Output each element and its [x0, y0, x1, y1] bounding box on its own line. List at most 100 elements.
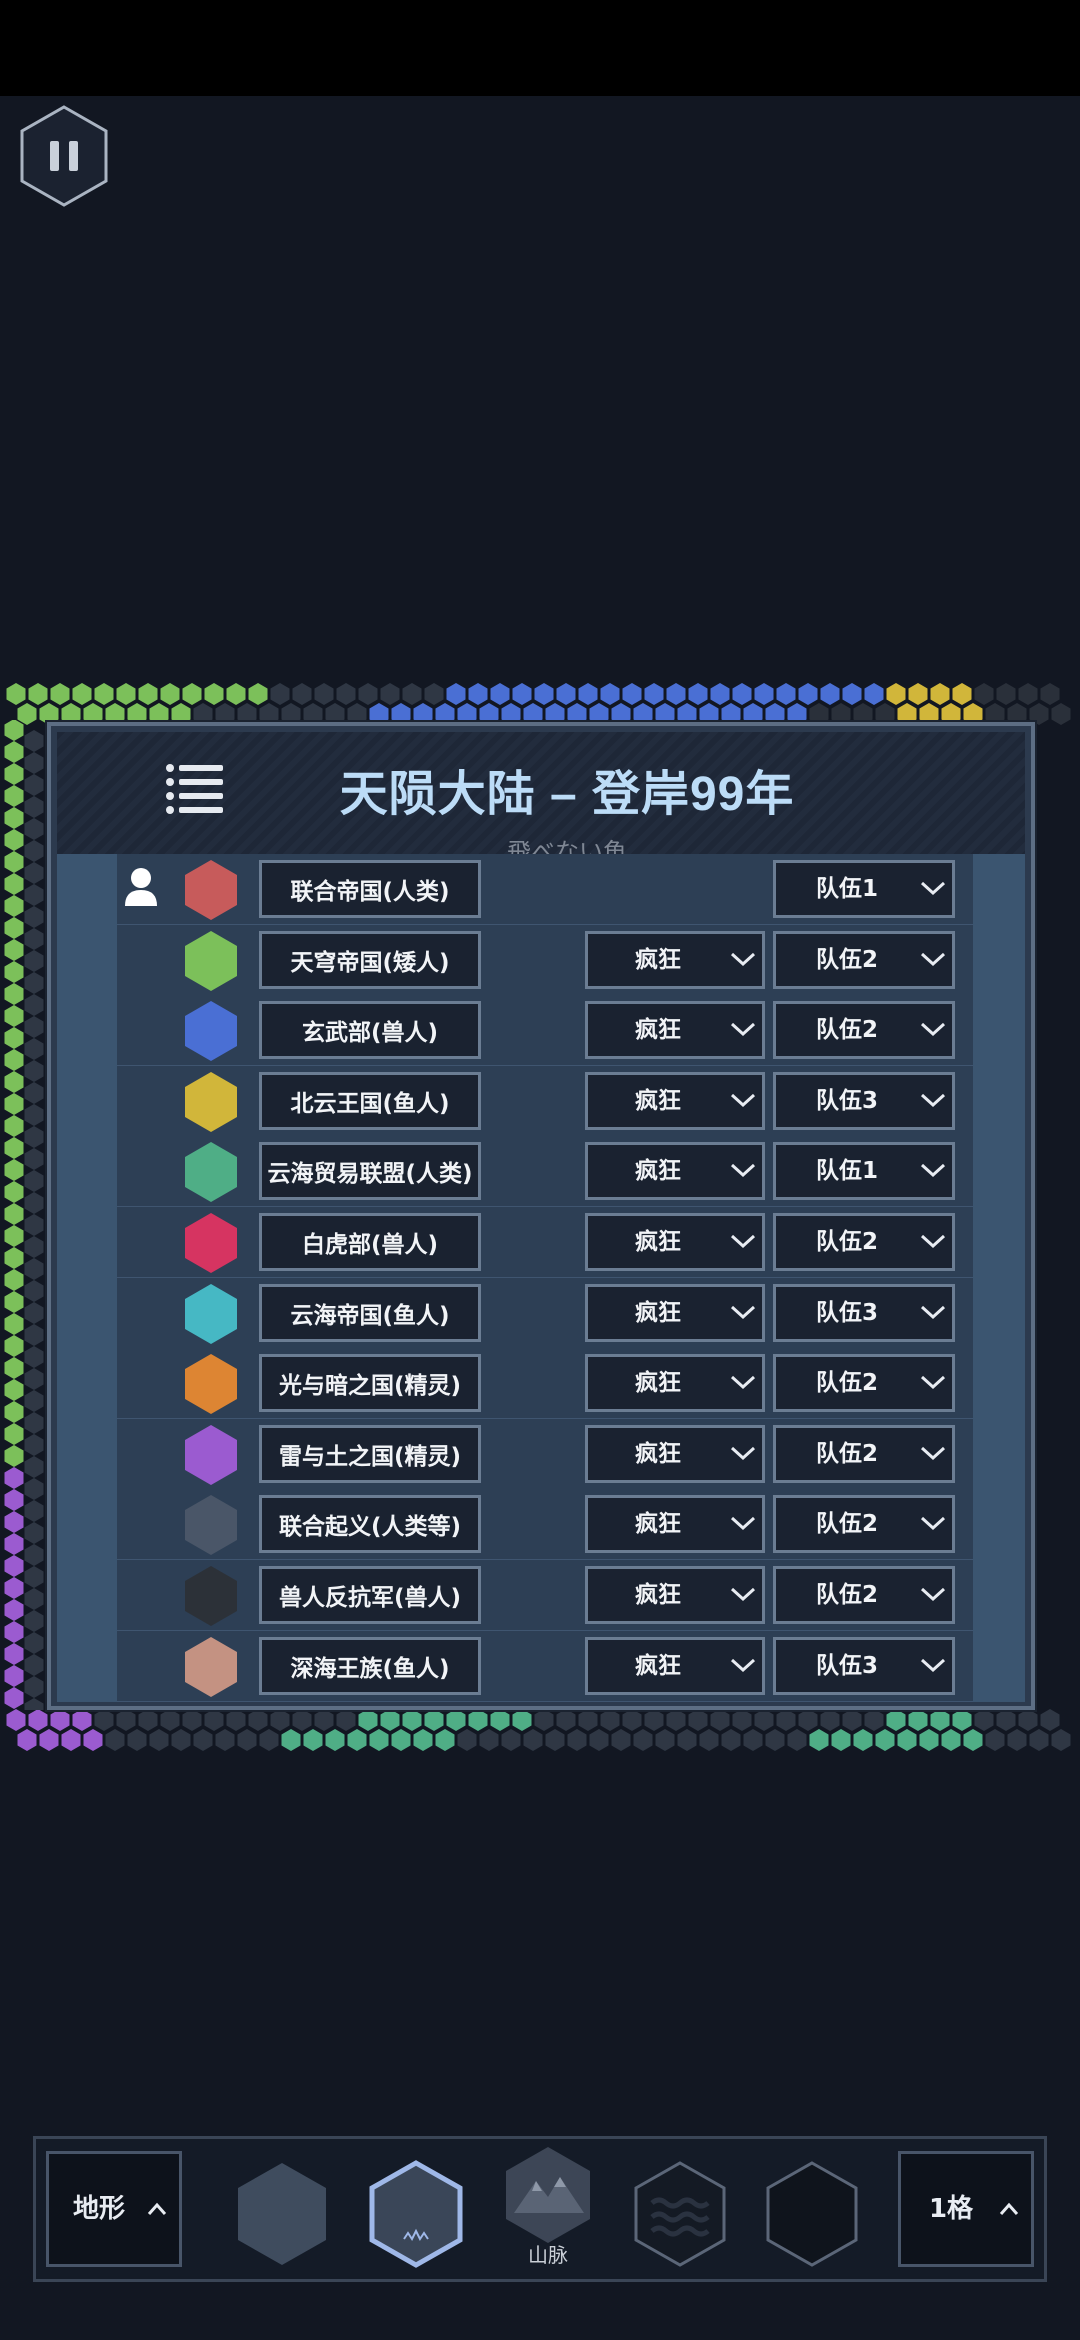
- ai-difficulty-dropdown[interactable]: 疯狂: [585, 1566, 765, 1624]
- faction-color-hex-icon[interactable]: [183, 1071, 239, 1133]
- faction-row: 兽人反抗军(兽人) 疯狂 队伍2: [117, 1560, 973, 1631]
- team-dropdown[interactable]: 队伍2: [773, 1354, 955, 1413]
- faction-color-hex-icon[interactable]: [183, 1424, 239, 1486]
- faction-color-hex-icon[interactable]: [183, 1636, 239, 1698]
- faction-panel: 天陨大陆 – 登岸99年 飛べない魚 联合帝国(人类) 队伍1 天穹帝国(矮人) 疯狂…: [47, 722, 1035, 1710]
- chevron-down-icon: [730, 1164, 756, 1178]
- faction-name-button[interactable]: 玄武部(兽人): [259, 1001, 481, 1060]
- team-dropdown[interactable]: 队伍1: [773, 860, 955, 918]
- team-dropdown[interactable]: 队伍1: [773, 1142, 955, 1201]
- chevron-down-icon: [920, 1164, 946, 1178]
- faction-name-button[interactable]: 雷与土之国(精灵): [259, 1424, 481, 1483]
- faction-row: 深海王族(鱼人) 疯狂 队伍3: [117, 1630, 973, 1702]
- chevron-down-icon: [920, 1023, 946, 1037]
- team-dropdown[interactable]: 队伍2: [773, 1566, 955, 1624]
- terrain-selector-button[interactable]: 地形: [46, 2151, 182, 2267]
- mountain-tool[interactable]: 山脉: [498, 2145, 598, 2267]
- faction-row: 光与暗之国(精灵) 疯狂 队伍2: [117, 1348, 973, 1420]
- ai-difficulty-dropdown[interactable]: 疯狂: [585, 1142, 765, 1201]
- water-hex-icon[interactable]: [630, 2159, 730, 2269]
- faction-row: 雷与土之国(精灵) 疯狂 队伍2: [117, 1418, 973, 1490]
- chevron-down-icon: [920, 1517, 946, 1531]
- brush-size-button[interactable]: 1格: [898, 2151, 1034, 2267]
- ai-difficulty-dropdown[interactable]: 疯狂: [585, 1424, 765, 1483]
- team-value: 队伍3: [815, 1652, 878, 1679]
- faction-color-hex-icon[interactable]: [183, 930, 239, 992]
- ai-difficulty-dropdown[interactable]: 疯狂: [585, 930, 765, 989]
- faction-row: 云海帝国(鱼人) 疯狂 队伍3: [117, 1277, 973, 1349]
- ai-difficulty-value: 疯狂: [635, 1652, 681, 1679]
- faction-color-hex-icon[interactable]: [183, 1565, 239, 1627]
- chevron-down-icon: [730, 1305, 756, 1319]
- team-value: 队伍2: [815, 946, 878, 973]
- faction-row: 白虎部(兽人) 疯狂 队伍2: [117, 1207, 973, 1278]
- ai-difficulty-dropdown[interactable]: 疯狂: [585, 1213, 765, 1271]
- team-value: 队伍2: [815, 1440, 878, 1467]
- faction-color-hex-icon[interactable]: [183, 1353, 239, 1415]
- chevron-down-icon: [730, 1658, 756, 1672]
- chevron-down-icon: [730, 1093, 756, 1107]
- ai-difficulty-dropdown[interactable]: 疯狂: [585, 1636, 765, 1695]
- team-dropdown[interactable]: 队伍2: [773, 930, 955, 989]
- faction-row: 北云王国(鱼人) 疯狂 队伍3: [117, 1065, 973, 1137]
- ai-difficulty-dropdown[interactable]: 疯狂: [585, 1283, 765, 1342]
- panel-title: 天陨大陆 – 登岸99年: [339, 768, 795, 821]
- ai-difficulty-value: 疯狂: [635, 1087, 681, 1114]
- team-value: 队伍3: [815, 1299, 878, 1326]
- faction-name-button[interactable]: 云海帝国(鱼人): [259, 1283, 481, 1342]
- faction-color-hex-icon[interactable]: [183, 1494, 239, 1556]
- faction-row: 联合起义(人类等) 疯狂 队伍2: [117, 1489, 973, 1561]
- faction-color-hex-icon[interactable]: [183, 1212, 239, 1274]
- chevron-down-icon: [920, 1093, 946, 1107]
- ai-difficulty-dropdown[interactable]: 疯狂: [585, 1001, 765, 1060]
- faction-name-button[interactable]: 云海贸易联盟(人类): [259, 1142, 481, 1201]
- team-dropdown[interactable]: 队伍2: [773, 1001, 955, 1060]
- ai-difficulty-dropdown[interactable]: 疯狂: [585, 1354, 765, 1413]
- team-value: 队伍2: [815, 1017, 878, 1044]
- team-value: 队伍2: [815, 1511, 878, 1538]
- faction-name-button[interactable]: 北云王国(鱼人): [259, 1071, 481, 1130]
- pause-button[interactable]: [18, 104, 110, 208]
- team-dropdown[interactable]: 队伍2: [773, 1213, 955, 1271]
- list-menu-icon[interactable]: [165, 762, 225, 818]
- ai-difficulty-dropdown[interactable]: 疯狂: [585, 1495, 765, 1554]
- chevron-down-icon: [730, 1446, 756, 1460]
- chevron-down-icon: [920, 881, 946, 896]
- selected-hex-icon[interactable]: [366, 2159, 466, 2269]
- team-dropdown[interactable]: 队伍3: [773, 1636, 955, 1695]
- chevron-up-icon: [999, 2202, 1019, 2215]
- team-dropdown[interactable]: 队伍3: [773, 1283, 955, 1342]
- team-dropdown[interactable]: 队伍2: [773, 1424, 955, 1483]
- chevron-down-icon: [730, 1234, 756, 1249]
- ai-difficulty-value: 疯狂: [635, 1582, 681, 1608]
- map-hex-strip-bottom: [6, 1709, 1071, 1751]
- faction-name-button[interactable]: 兽人反抗军(兽人): [259, 1566, 481, 1624]
- faction-color-hex-icon[interactable]: [183, 1141, 239, 1203]
- faction-color-hex-icon[interactable]: [183, 1283, 239, 1345]
- chevron-down-icon: [730, 1023, 756, 1037]
- plain-hex-icon[interactable]: [232, 2159, 332, 2269]
- faction-name-button[interactable]: 联合起义(人类等): [259, 1495, 481, 1554]
- mountain-hex-icon: [506, 2147, 590, 2243]
- faction-color-hex-icon[interactable]: [183, 859, 239, 921]
- faction-name-button[interactable]: 白虎部(兽人): [259, 1213, 481, 1271]
- team-dropdown[interactable]: 队伍2: [773, 1495, 955, 1554]
- faction-name-button[interactable]: 天穹帝国(矮人): [259, 930, 481, 989]
- faction-name-button[interactable]: 光与暗之国(精灵): [259, 1354, 481, 1413]
- bottom-toolbar: 地形 山脉 1格: [33, 2136, 1047, 2282]
- faction-color-hex-icon[interactable]: [183, 1000, 239, 1062]
- ai-difficulty-value: 疯狂: [635, 946, 681, 973]
- faction-row: 联合帝国(人类) 队伍1: [117, 854, 973, 925]
- mountain-label: 山脉: [528, 2243, 568, 2267]
- chevron-down-icon: [920, 1376, 946, 1390]
- faction-row: 玄武部(兽人) 疯狂 队伍2: [117, 995, 973, 1067]
- faction-name-button[interactable]: 联合帝国(人类): [259, 860, 481, 918]
- chevron-down-icon: [920, 1234, 946, 1249]
- chevron-down-icon: [920, 952, 946, 966]
- team-dropdown[interactable]: 队伍3: [773, 1071, 955, 1130]
- status-bar: [0, 0, 1080, 96]
- ai-difficulty-dropdown[interactable]: 疯狂: [585, 1071, 765, 1130]
- map-hex-strip-left: [4, 720, 44, 1710]
- empty-hex-icon[interactable]: [762, 2159, 862, 2269]
- faction-name-button[interactable]: 深海王族(鱼人): [259, 1636, 481, 1695]
